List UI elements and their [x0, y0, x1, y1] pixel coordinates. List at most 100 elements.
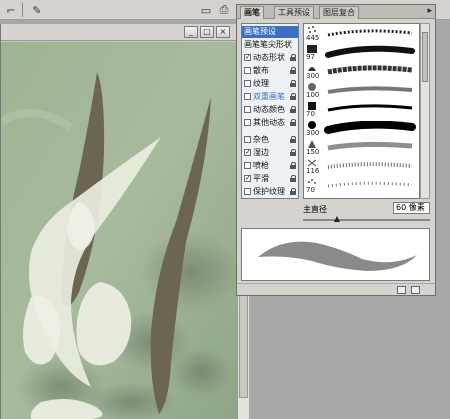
brush-stroke-preview — [327, 86, 413, 94]
settings-item-label: 纹理 — [253, 79, 269, 88]
document-titlebar: _ □ × — [1, 24, 249, 41]
settings-item-other-dynamics[interactable]: 其他动态 — [242, 117, 298, 129]
settings-item-label: 保护纹理 — [253, 187, 285, 196]
lock-icon[interactable] — [290, 175, 296, 182]
brush-settings-list: 画笔预设 画笔笔尖形状 ✓ 动态形状 散布 纹理 双重画笔 动态颜色 其他动态 … — [241, 23, 299, 199]
print-icon[interactable]: ⎙ — [217, 3, 231, 17]
checkbox[interactable] — [244, 106, 251, 113]
checkbox[interactable] — [244, 67, 251, 74]
checkbox-checked[interactable]: ✓ — [244, 175, 251, 182]
master-diameter-label: 主直径 — [303, 205, 327, 214]
settings-item-label: 画笔预设 — [244, 27, 276, 36]
brush-preset[interactable]: 70 — [304, 177, 419, 195]
tab-layer-comps[interactable]: 图层复合 — [319, 6, 359, 19]
checkbox[interactable] — [244, 119, 251, 126]
lock-icon[interactable] — [290, 136, 296, 143]
brush-preset[interactable]: 300 — [304, 63, 419, 81]
settings-item-shape-dynamics[interactable]: ✓ 动态形状 — [242, 52, 298, 64]
brush-stroke-preview — [327, 141, 413, 151]
lock-icon[interactable] — [290, 67, 296, 74]
settings-item-brush-tip-shape[interactable]: 画笔笔尖形状 — [242, 39, 298, 51]
brush-preset[interactable]: 300 — [304, 120, 419, 138]
settings-item-label: 动态颜色 — [253, 105, 285, 114]
delete-brush-icon[interactable] — [411, 286, 420, 294]
options-separator — [22, 3, 23, 17]
brush-list-scrollbar[interactable] — [420, 23, 430, 199]
stroke-preview — [241, 228, 430, 281]
brush-size-label: 70 — [306, 186, 315, 194]
master-diameter-field[interactable]: 60 像素 — [393, 202, 430, 214]
settings-item-airbrush[interactable]: 喷枪 — [242, 160, 298, 172]
brush-size-label: 97 — [306, 53, 315, 61]
eraser-icon[interactable]: ⌐ — [4, 3, 18, 17]
brush-size-label: 116 — [306, 167, 320, 175]
lock-icon[interactable] — [290, 93, 296, 100]
settings-item-label: 平滑 — [253, 174, 269, 183]
panel-menu-icon[interactable]: ▸ — [427, 6, 432, 16]
scrollbar-thumb[interactable] — [422, 32, 428, 82]
settings-item-label: 画笔笔尖形状 — [244, 40, 292, 49]
settings-item-color-dynamics[interactable]: 动态颜色 — [242, 104, 298, 116]
settings-item-label: 双重画笔 — [253, 92, 285, 101]
airbrush-icon[interactable]: ✎ — [30, 3, 44, 17]
tab-brushes[interactable]: 画笔 — [240, 6, 264, 19]
brush-size-label: 445 — [306, 34, 320, 42]
brush-preset-list[interactable]: 445 97 300 100 70 300 150 116 70 — [303, 23, 420, 199]
lock-icon[interactable] — [290, 119, 296, 126]
master-diameter-slider[interactable] — [303, 219, 430, 221]
brush-preset[interactable]: 100 — [304, 82, 419, 100]
brush-preset[interactable]: 116 — [304, 158, 419, 176]
settings-item-noise[interactable]: 杂色 — [242, 134, 298, 146]
checkbox-checked[interactable]: ✓ — [244, 149, 251, 156]
close-button[interactable]: × — [216, 26, 230, 38]
brush-size-label: 300 — [306, 129, 320, 137]
brush-preset[interactable]: 97 — [304, 44, 419, 62]
new-brush-button[interactable] — [397, 286, 406, 294]
brush-preset[interactable]: 150 — [304, 139, 419, 157]
lock-icon[interactable] — [290, 188, 296, 195]
tab-tool-presets[interactable]: 工具预设 — [274, 6, 314, 19]
brush-preset[interactable]: 70 — [304, 101, 419, 119]
checkbox[interactable] — [244, 93, 251, 100]
brush-stroke-preview — [327, 181, 413, 188]
settings-item-protect-texture[interactable]: 保护纹理 — [242, 186, 298, 198]
stroke-preview-shape — [258, 241, 417, 271]
maximize-button[interactable]: □ — [200, 26, 214, 38]
checkbox-checked[interactable]: ✓ — [244, 54, 251, 61]
checkbox[interactable] — [244, 80, 251, 87]
brush-preset[interactable]: 445 — [304, 25, 419, 43]
brush-size-label: 150 — [306, 148, 320, 156]
brush-stroke-preview — [327, 104, 413, 112]
settings-item-label: 动态形状 — [253, 53, 285, 62]
settings-item-label: 其他动态 — [253, 118, 285, 127]
settings-item-wet-edges[interactable]: ✓ 湿边 — [242, 147, 298, 159]
settings-item-texture[interactable]: 纹理 — [242, 78, 298, 90]
document-icon[interactable]: ▭ — [199, 3, 213, 17]
brush-stroke-preview — [325, 45, 415, 58]
panel-footer — [237, 283, 435, 295]
checkbox[interactable] — [244, 136, 251, 143]
lock-icon[interactable] — [290, 54, 296, 61]
lock-icon[interactable] — [290, 149, 296, 156]
brushes-panel: 画笔 工具预设 图层复合 ▸ 画笔预设 画笔笔尖形状 ✓ 动态形状 散布 纹理 … — [236, 4, 436, 296]
brush-size-label: 300 — [306, 72, 320, 80]
settings-item-label: 散布 — [253, 66, 269, 75]
settings-item-label: 湿边 — [253, 148, 269, 157]
lock-icon[interactable] — [290, 106, 296, 113]
brush-stroke-preview — [327, 162, 413, 169]
lock-icon[interactable] — [290, 80, 296, 87]
panel-tabs: 画笔 工具预设 图层复合 ▸ — [237, 5, 435, 19]
brush-size-label: 100 — [306, 91, 320, 99]
checkbox[interactable] — [244, 162, 251, 169]
settings-item-scattering[interactable]: 散布 — [242, 65, 298, 77]
image-canvas[interactable] — [1, 42, 237, 419]
document-window: _ □ × — [0, 24, 249, 419]
settings-item-smoothing[interactable]: ✓ 平滑 — [242, 173, 298, 185]
minimize-button[interactable]: _ — [184, 26, 198, 38]
checkbox[interactable] — [244, 188, 251, 195]
settings-item-dual-brush[interactable]: 双重画笔 — [242, 91, 298, 103]
slider-knob[interactable] — [334, 216, 341, 222]
canvas-artwork — [1, 42, 237, 419]
settings-item-brush-presets[interactable]: 画笔预设 — [242, 26, 298, 38]
lock-icon[interactable] — [290, 162, 296, 169]
